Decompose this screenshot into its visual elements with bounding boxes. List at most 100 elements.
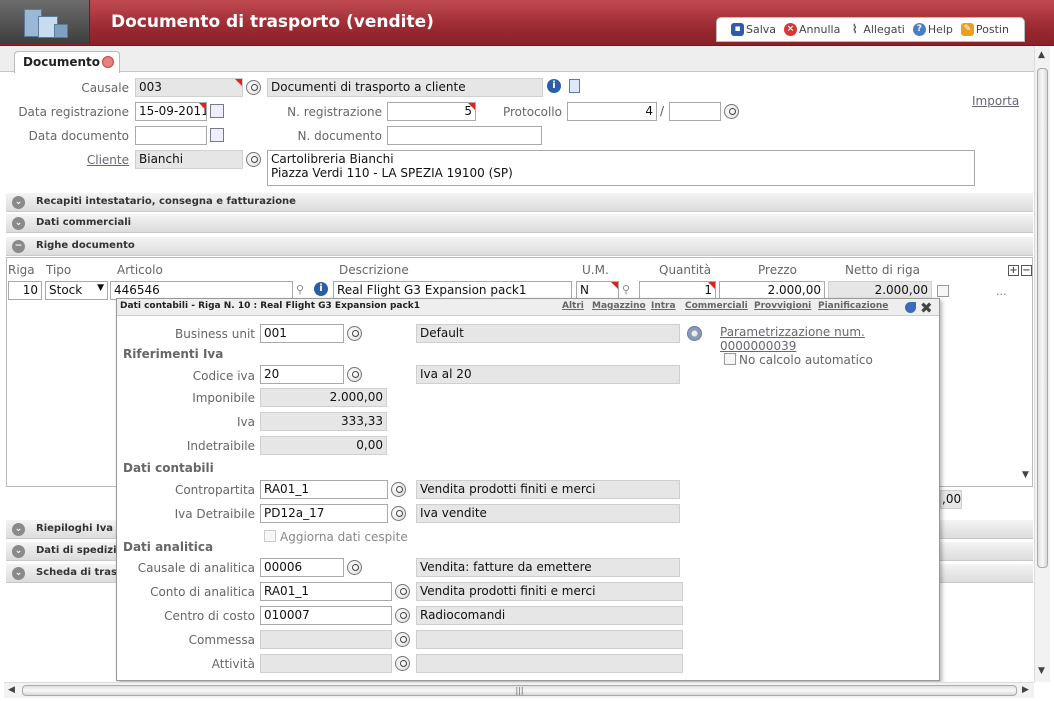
- section-righe-label: Righe documento: [36, 240, 135, 251]
- popup-link-provvigioni[interactable]: Provvigioni: [754, 301, 811, 311]
- save-label: Salva: [746, 23, 777, 36]
- paperclip-icon: ⌇: [851, 22, 858, 36]
- horizontal-scrollbar[interactable]: ◀ ||| ▶: [4, 682, 1034, 698]
- search-icon[interactable]: [395, 608, 410, 623]
- codice-iva-field[interactable]: 20: [260, 365, 344, 384]
- causale-description: Documenti di trasporto a cliente: [267, 78, 543, 97]
- remove-row-icon[interactable]: −: [1021, 265, 1032, 276]
- row-checkbox[interactable]: [937, 285, 949, 297]
- search-icon[interactable]: [724, 104, 739, 119]
- iva-detraibile-label: Iva Detraibile: [174, 507, 255, 521]
- indetraibile-value: 0,00: [260, 436, 387, 455]
- aggiorna-cespite-label: Aggiorna dati cespite: [280, 530, 408, 544]
- postin-label: Postin: [975, 23, 1009, 36]
- add-row-icon[interactable]: +: [1008, 265, 1019, 276]
- search-icon[interactable]: [246, 152, 261, 167]
- document-icon[interactable]: [569, 79, 580, 93]
- cancel-button[interactable]: × Annulla: [784, 23, 840, 36]
- causale-analitica-field[interactable]: 00006: [260, 558, 344, 577]
- protocollo-suffix-field[interactable]: [669, 102, 721, 121]
- row-riga[interactable]: 10: [8, 281, 42, 300]
- search-icon[interactable]: ⚲: [622, 283, 630, 296]
- contropartita-label: Contropartita: [174, 483, 255, 497]
- iva-detraibile-field[interactable]: PD12a_17: [260, 504, 388, 523]
- tab-documento[interactable]: Documento: [14, 51, 120, 73]
- grid-scroll-down-icon[interactable]: ▼: [1022, 470, 1029, 480]
- centro-costo-field[interactable]: 010007: [260, 606, 392, 625]
- close-tab-icon[interactable]: [102, 56, 114, 68]
- search-icon[interactable]: [246, 80, 261, 95]
- cliente-field[interactable]: Bianchi: [135, 150, 243, 169]
- scroll-left-icon[interactable]: ◀: [8, 685, 15, 695]
- popup-link-magazzino[interactable]: Magazzino: [592, 301, 646, 311]
- cliente-link[interactable]: Cliente: [60, 153, 129, 167]
- calendar-icon[interactable]: [210, 128, 224, 142]
- data-registrazione-field[interactable]: 15-09-2011: [135, 102, 207, 121]
- search-icon[interactable]: [395, 584, 410, 599]
- save-icon: ▪: [731, 23, 744, 36]
- data-documento-field[interactable]: [135, 126, 207, 145]
- parametrizzazione-link[interactable]: Parametrizzazione num. 0000000039: [720, 325, 939, 353]
- search-icon[interactable]: [347, 560, 362, 575]
- aggiorna-cespite-checkbox[interactable]: [264, 530, 276, 542]
- codice-iva-label: Codice iva: [192, 369, 255, 383]
- calendar-icon[interactable]: [210, 104, 224, 118]
- business-unit-field[interactable]: 001: [260, 324, 344, 343]
- dati-contabili-header: Dati contabili: [123, 461, 214, 475]
- attachments-button[interactable]: ⌇ Allegati: [848, 22, 905, 37]
- business-unit-label: Business unit: [175, 327, 255, 341]
- search-icon[interactable]: [391, 482, 406, 497]
- popup-link-commerciali[interactable]: Commerciali: [685, 301, 748, 311]
- search-icon[interactable]: ⚲: [296, 283, 304, 296]
- app-logo: [0, 0, 90, 44]
- causale-field[interactable]: 003: [135, 78, 243, 97]
- contropartita-field[interactable]: RA01_1: [260, 480, 388, 499]
- postin-button[interactable]: ✎ Postin: [960, 23, 1009, 36]
- close-icon[interactable]: ✖: [920, 299, 933, 317]
- popup-link-intra[interactable]: Intra: [651, 301, 676, 311]
- tab-strip: Documento: [0, 46, 1048, 73]
- row-tipo-select[interactable]: Stock ▼: [45, 281, 108, 300]
- conto-analitica-field[interactable]: RA01_1: [260, 582, 392, 601]
- n-documento-field[interactable]: [387, 126, 542, 145]
- commessa-field[interactable]: [260, 630, 392, 649]
- importa-link[interactable]: Importa: [972, 94, 1019, 108]
- gear-icon[interactable]: [687, 326, 702, 341]
- horizontal-scroll-thumb[interactable]: |||: [22, 685, 1017, 696]
- info-icon[interactable]: i: [314, 282, 328, 296]
- n-registrazione-field[interactable]: 5: [387, 102, 476, 121]
- no-calcolo-checkbox[interactable]: [724, 353, 736, 365]
- popup-link-pianificazione[interactable]: Pianificazione: [818, 301, 888, 311]
- attivita-field[interactable]: [260, 654, 392, 673]
- scroll-right-icon[interactable]: ▶: [1022, 685, 1029, 695]
- expand-icon: ⌄: [12, 523, 25, 536]
- help-label: Help: [927, 23, 953, 36]
- search-icon[interactable]: [391, 506, 406, 521]
- col-articolo: Articolo: [117, 263, 163, 277]
- info-icon[interactable]: i: [547, 79, 561, 93]
- section-commerciali[interactable]: ⌄ Dati commerciali: [6, 213, 1033, 233]
- search-icon[interactable]: [347, 367, 362, 382]
- vertical-scrollbar[interactable]: ▲ ▼: [1034, 46, 1050, 682]
- search-icon[interactable]: [395, 632, 410, 647]
- save-button[interactable]: ▪ Salva: [731, 23, 776, 36]
- help-button[interactable]: ? Help: [912, 23, 953, 36]
- scroll-up-icon[interactable]: ▲: [1038, 50, 1045, 60]
- search-icon[interactable]: [347, 326, 362, 341]
- total-field: ,00: [940, 490, 962, 509]
- cliente-address: Cartolibreria Bianchi Piazza Verdi 110 - …: [267, 150, 975, 186]
- section-recapiti[interactable]: ⌄ Recapiti intestatario, consegna e fattu…: [6, 192, 1033, 212]
- popup-title: Dati contabili - Riga N. 10 : Real Fligh…: [120, 301, 421, 311]
- centro-costo-label: Centro di costo: [164, 609, 255, 623]
- vertical-scroll-thumb[interactable]: [1037, 68, 1048, 568]
- pin-icon[interactable]: [905, 302, 916, 313]
- search-icon[interactable]: [395, 656, 410, 671]
- row-more-button[interactable]: ...: [996, 285, 1007, 298]
- n-registrazione-label: N. registrazione: [287, 105, 382, 119]
- scroll-down-icon[interactable]: ▼: [1038, 666, 1045, 676]
- popup-link-altri[interactable]: Altri: [562, 301, 584, 311]
- protocollo-separator: /: [660, 104, 665, 118]
- protocollo-field[interactable]: 4: [567, 102, 657, 121]
- section-righe[interactable]: − Righe documento: [6, 236, 1033, 256]
- cancel-icon: ×: [784, 23, 798, 36]
